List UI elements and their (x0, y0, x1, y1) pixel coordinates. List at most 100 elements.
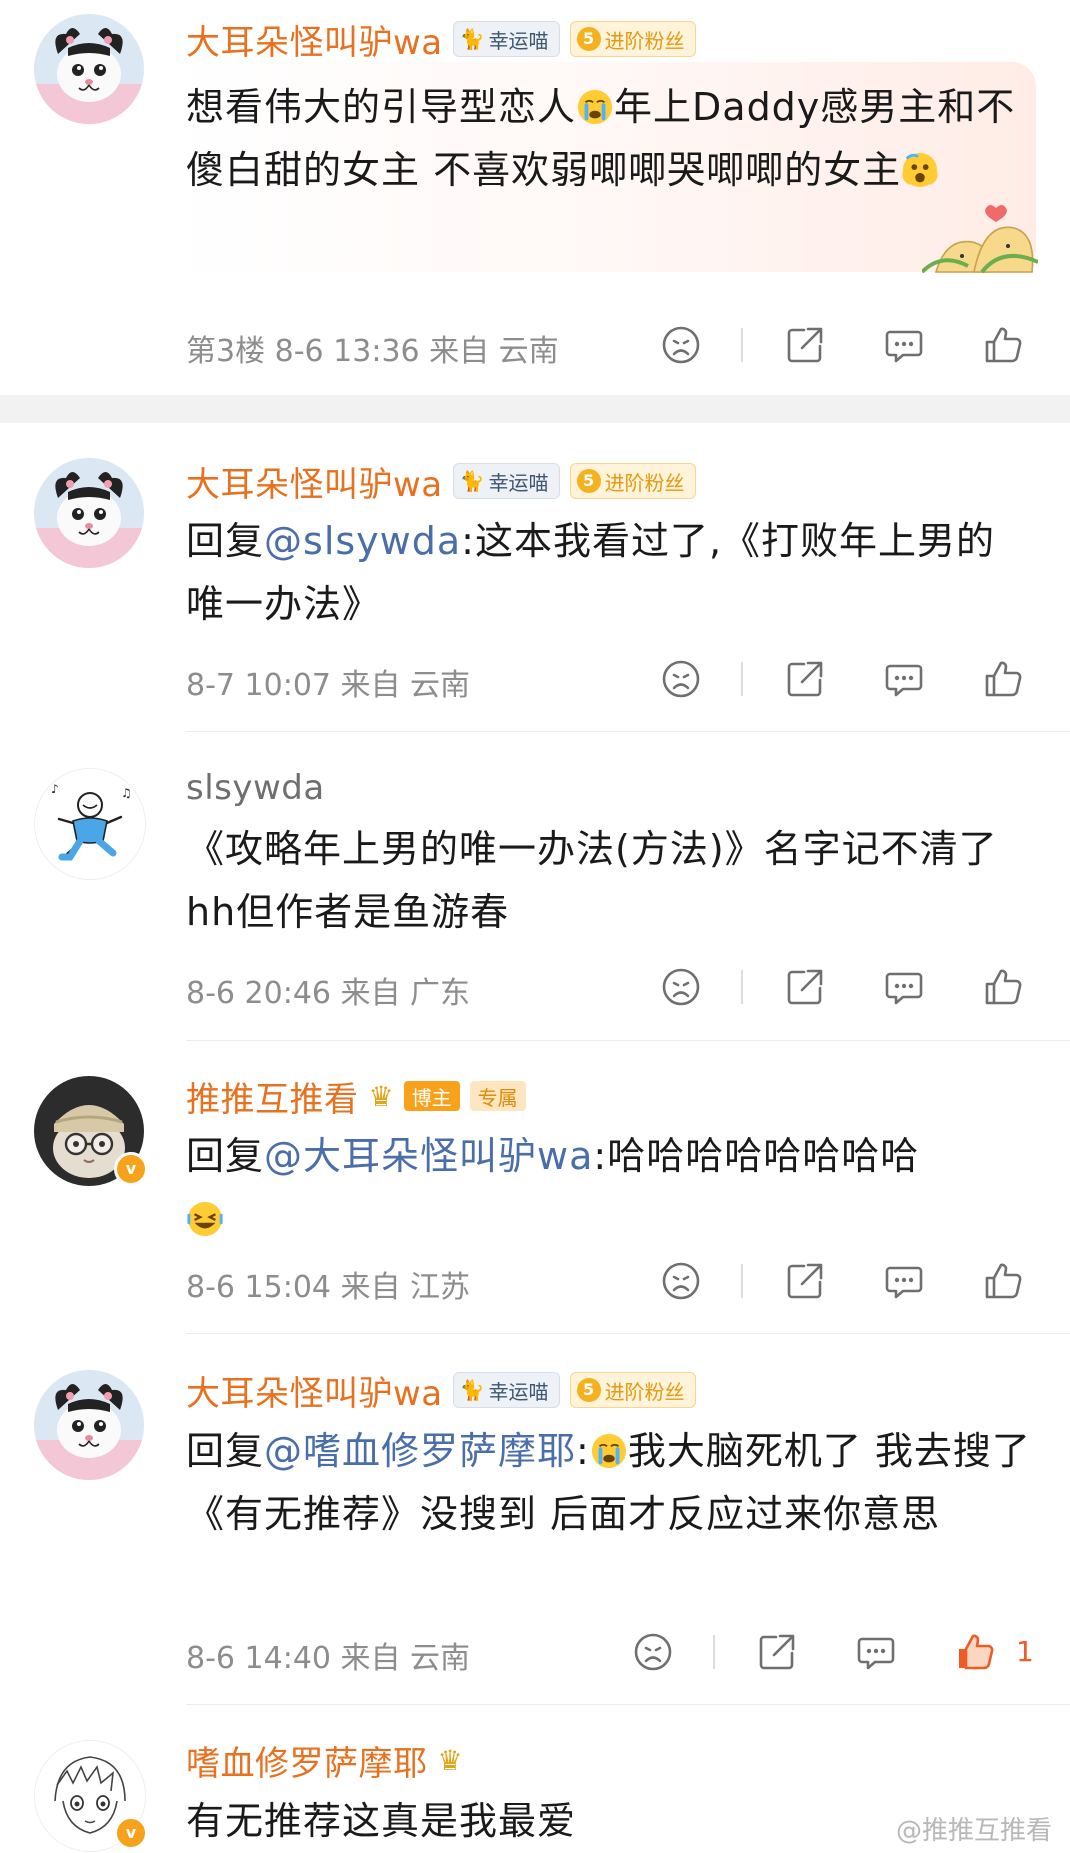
thumbs-up-active-icon (954, 1631, 996, 1673)
avatar[interactable] (34, 768, 146, 880)
username-row: slsywda (186, 766, 325, 810)
avatar[interactable] (34, 458, 144, 568)
cat-icon: 🐈 (459, 27, 485, 51)
dislike-button[interactable] (656, 962, 706, 1012)
fan-level-badge[interactable]: 5 进阶粉丝 (569, 1372, 696, 1408)
crying-face-icon (576, 88, 614, 126)
comment-meta: 8-6 14:40 来自 云南 (186, 1641, 471, 1676)
watermark: @推推互推看 (895, 1816, 1052, 1846)
exclusive-badge[interactable]: 专属 (469, 1081, 526, 1111)
sad-face-icon (660, 324, 702, 366)
thumbs-up-icon (982, 658, 1024, 700)
comment-meta: 8-7 10:07 来自 云南 (186, 668, 471, 703)
sad-face-icon (660, 966, 702, 1008)
share-button[interactable] (780, 1256, 830, 1306)
mention-link[interactable]: @嗜血修罗萨摩耶 (264, 1429, 576, 1473)
sad-face-icon (660, 1260, 702, 1302)
username-row: 推推互推看 ♛ 博主 专属 (186, 1072, 526, 1121)
sad-face-icon (660, 658, 702, 700)
comment-icon (883, 324, 925, 366)
cat-icon: 🐈 (459, 469, 485, 493)
comment-text: 回复@嗜血修罗萨摩耶: 我大脑死机了 我去搜了《有无推荐》没搜到 后面才反应过来你… (186, 1429, 1031, 1536)
reply-button[interactable] (879, 320, 929, 370)
comment-actions (656, 1256, 1036, 1306)
comment-icon (883, 966, 925, 1008)
username[interactable]: 推推互推看 (186, 1072, 359, 1121)
username[interactable]: 大耳朵怪叫驴wa (186, 457, 443, 506)
dislike-button[interactable] (656, 654, 706, 704)
reply-button[interactable] (851, 1627, 901, 1677)
share-icon (784, 658, 826, 700)
username[interactable]: slsywda (186, 768, 325, 808)
avatar[interactable] (34, 14, 144, 124)
thumbs-up-icon (982, 324, 1024, 366)
reply-button[interactable] (879, 654, 929, 704)
username[interactable]: 大耳朵怪叫驴wa (186, 1366, 443, 1415)
username[interactable]: 大耳朵怪叫驴wa (186, 15, 443, 64)
share-button[interactable] (780, 654, 830, 704)
username-row: 大耳朵怪叫驴wa 🐈 幸运喵 5 进阶粉丝 (186, 15, 696, 64)
blogger-badge[interactable]: 博主 (403, 1081, 460, 1111)
comment-icon (883, 658, 925, 700)
divider (713, 1635, 715, 1669)
like-button[interactable] (978, 654, 1028, 704)
crown-icon: ♛ (368, 1079, 394, 1113)
like-count: 1 (1016, 1635, 1034, 1668)
share-icon (784, 1260, 826, 1302)
reply-button[interactable] (879, 962, 929, 1012)
cat-icon: 🐈 (459, 1378, 485, 1402)
share-icon (784, 966, 826, 1008)
fan-level-badge[interactable]: 5 进阶粉丝 (569, 463, 696, 499)
share-button[interactable] (780, 962, 830, 1012)
lucky-cat-badge[interactable]: 🐈 幸运喵 (452, 21, 560, 57)
comment-actions (656, 320, 1036, 370)
like-button[interactable] (950, 1627, 1000, 1677)
comment-actions (656, 962, 1036, 1012)
like-button[interactable] (978, 1256, 1028, 1306)
avatar[interactable] (34, 1370, 144, 1480)
share-icon (756, 1631, 798, 1673)
comment-meta: 8-6 15:04 来自 江苏 (186, 1270, 471, 1305)
verified-badge-icon: v (114, 1816, 148, 1850)
thumbs-up-icon (982, 1260, 1024, 1302)
comment-icon (855, 1631, 897, 1673)
laughing-face-icon (186, 1200, 224, 1238)
comment-meta: 8-6 20:46 来自 广东 (186, 976, 471, 1011)
share-button[interactable] (752, 1627, 802, 1677)
divider (741, 328, 743, 362)
section-divider (0, 395, 1070, 423)
comment-icon (883, 1260, 925, 1302)
fan-level-badge[interactable]: 5 进阶粉丝 (569, 21, 696, 57)
divider (741, 662, 743, 696)
comment-text: 《攻略年上男的唯一办法(方法)》名字记不清了hh但作者是鱼游春 (186, 827, 998, 934)
username-row: 大耳朵怪叫驴wa 🐈 幸运喵 5 进阶粉丝 (186, 1366, 696, 1415)
like-button[interactable] (978, 320, 1028, 370)
comment-text: 回复@大耳朵怪叫驴wa:哈哈哈哈哈哈哈哈 (186, 1125, 1046, 1251)
comment-meta: 第3楼 8-6 13:36 来自 云南 (186, 334, 559, 369)
divider (741, 970, 743, 1004)
divider (741, 1264, 743, 1298)
like-button[interactable] (978, 962, 1028, 1012)
scared-face-icon (901, 151, 939, 189)
comment-actions (656, 654, 1036, 704)
mention-link[interactable]: @slsywda (264, 519, 461, 563)
lucky-cat-badge[interactable]: 🐈 幸运喵 (452, 463, 560, 499)
dislike-button[interactable] (628, 1627, 678, 1677)
comment-text: 回复@slsywda:这本我看过了,《打败年上男的唯一办法》 (186, 519, 996, 626)
username-row: 大耳朵怪叫驴wa 🐈 幸运喵 5 进阶粉丝 (186, 457, 696, 506)
comment-text: 想看伟大的引导型恋人 年上Daddy感男主和不傻白甜的女主 不喜欢弱唧唧哭唧唧的女… (186, 85, 1016, 192)
lucky-cat-badge[interactable]: 🐈 幸运喵 (452, 1372, 560, 1408)
thumbs-up-icon (982, 966, 1024, 1008)
crying-face-icon (590, 1432, 628, 1470)
reply-button[interactable] (879, 1256, 929, 1306)
username-row: 嗜血修罗萨摩耶 ♛ (186, 1736, 463, 1785)
share-button[interactable] (780, 320, 830, 370)
dislike-button[interactable] (656, 1256, 706, 1306)
dislike-button[interactable] (656, 320, 706, 370)
row-divider (186, 1704, 1070, 1705)
fan-level-icon: 5 (576, 469, 601, 493)
mention-link[interactable]: @大耳朵怪叫驴wa (264, 1134, 593, 1178)
row-divider (186, 731, 1070, 732)
row-divider (186, 1040, 1070, 1041)
username[interactable]: 嗜血修罗萨摩耶 (186, 1736, 428, 1785)
